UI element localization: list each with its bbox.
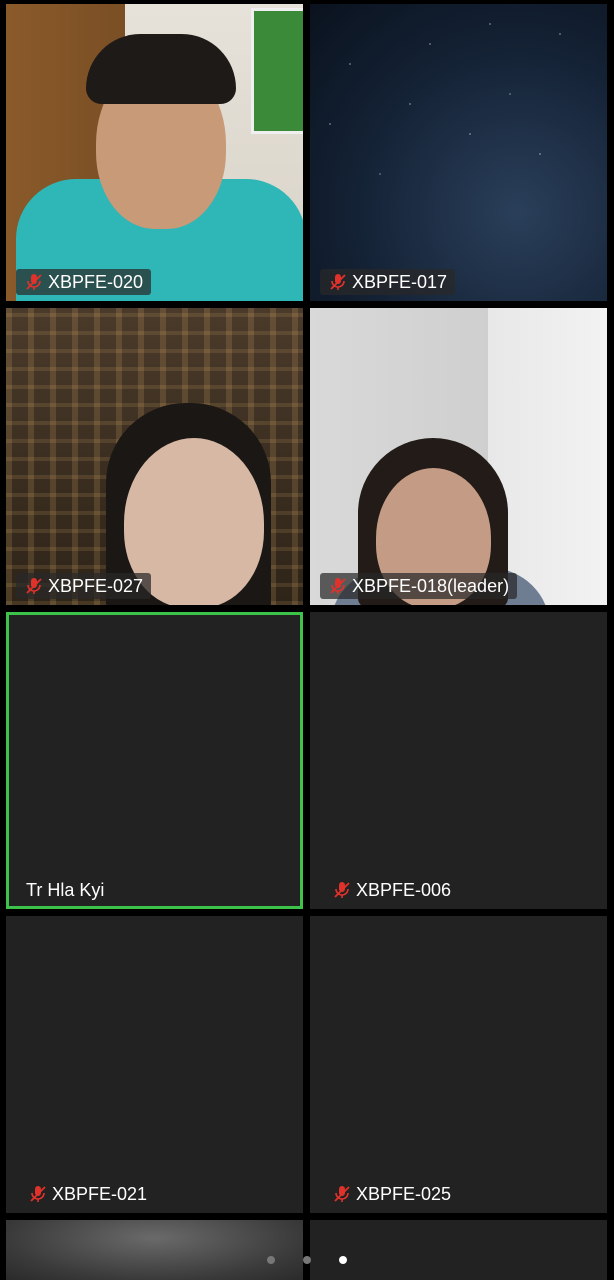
- mic-muted-icon: [330, 578, 346, 594]
- participant-name: XBPFE-017: [352, 272, 448, 292]
- participant-tile[interactable]: XBPFE-017: [310, 4, 607, 301]
- mic-muted-icon: [26, 274, 42, 290]
- participant-name-label: Tr Hla Kyi: [20, 877, 112, 903]
- participant-tile[interactable]: XBPFE-027: [6, 308, 303, 605]
- participant-tile[interactable]: XBPFE-018(leader): [310, 308, 607, 605]
- participant-name-label: XBPFE-027: [16, 573, 152, 599]
- participant-video: [6, 1220, 303, 1280]
- participant-name: XBPFE-006: [356, 880, 452, 900]
- mic-muted-icon: [330, 274, 346, 290]
- mic-muted-icon: [334, 1186, 350, 1202]
- participant-name-label: XBPFE-006: [324, 877, 459, 903]
- participant-name: Tr Hla Kyi: [26, 880, 105, 900]
- participant-tile[interactable]: [310, 1220, 607, 1280]
- participant-name: XBPFE-021: [52, 1184, 148, 1204]
- participant-name: XBPFE-025: [356, 1184, 452, 1204]
- mic-muted-icon: [26, 578, 42, 594]
- participant-tile[interactable]: [6, 1220, 303, 1280]
- participant-name-label: XBPFE-017: [320, 269, 456, 295]
- page-dot-current[interactable]: [339, 1256, 347, 1264]
- participant-tile[interactable]: XBPFE-020: [6, 4, 303, 301]
- participant-tile[interactable]: XBPFE-006: [310, 612, 607, 909]
- participant-name: XBPFE-027: [48, 576, 144, 596]
- participant-name: XBPFE-018(leader): [352, 576, 510, 596]
- participant-name-label: XBPFE-020: [16, 269, 152, 295]
- participant-name-label: XBPFE-018(leader): [320, 573, 518, 599]
- participant-name-label: XBPFE-021: [20, 1181, 155, 1207]
- video-gallery-grid: XBPFE-020 XBPFE-017 XBPFE-027 XBPFE-018(…: [0, 0, 614, 1280]
- participant-name: XBPFE-020: [48, 272, 144, 292]
- participant-tile[interactable]: XBPFE-021: [6, 916, 303, 1213]
- participant-video: [6, 308, 303, 605]
- mic-muted-icon: [334, 882, 350, 898]
- participant-name-label: XBPFE-025: [324, 1181, 459, 1207]
- participant-video: [310, 4, 607, 301]
- participant-video: [6, 4, 303, 301]
- participant-video: [310, 308, 607, 605]
- participant-tile[interactable]: XBPFE-025: [310, 916, 607, 1213]
- page-dot[interactable]: [267, 1256, 275, 1264]
- page-dot[interactable]: [303, 1256, 311, 1264]
- mic-muted-icon: [30, 1186, 46, 1202]
- page-indicator: [0, 1256, 614, 1264]
- participant-tile-active-speaker[interactable]: Tr Hla Kyi: [6, 612, 303, 909]
